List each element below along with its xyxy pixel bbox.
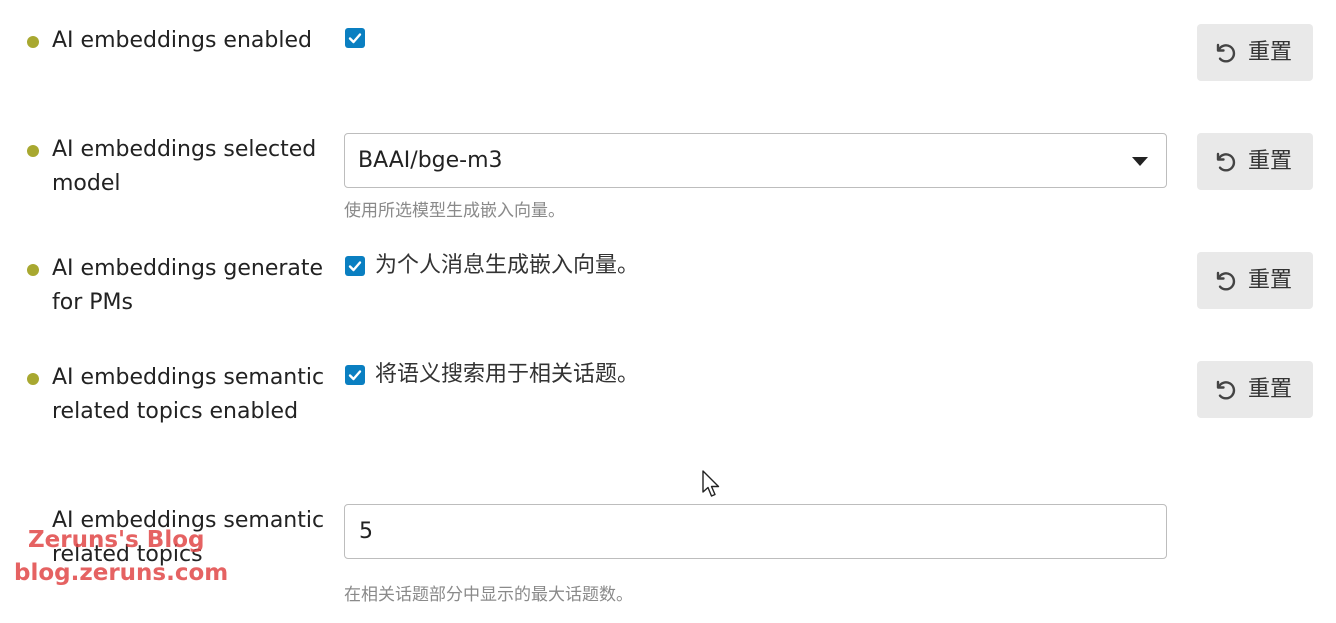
generate-for-pms-checkbox[interactable] (345, 256, 365, 276)
setting-label: AI embeddings semantic related topics en… (52, 365, 325, 424)
setting-status-dot (27, 145, 39, 157)
undo-icon (1216, 43, 1236, 63)
reset-label: 重置 (1248, 149, 1293, 174)
setting-label: AI embeddings selected model (52, 137, 317, 196)
reset-button[interactable]: 重置 (1197, 252, 1313, 309)
reset-button[interactable]: 重置 (1197, 133, 1313, 190)
select-value: BAAI/bge-m3 (358, 148, 503, 173)
reset-label: 重置 (1248, 40, 1293, 65)
watermark-url: blog.zeruns.com (14, 560, 229, 586)
enabled-checkbox[interactable] (345, 28, 365, 48)
mouse-cursor-icon (702, 470, 720, 497)
setting-status-dot (27, 36, 39, 48)
setting-help-text: 在相关话题部分中显示的最大话题数。 (344, 585, 633, 605)
undo-icon (1216, 152, 1236, 172)
check-icon (348, 370, 362, 381)
setting-status-dot (27, 373, 39, 385)
setting-help-text: 使用所选模型生成嵌入向量。 (344, 201, 565, 221)
setting-label: AI embeddings enabled (52, 28, 312, 53)
check-icon (348, 33, 362, 44)
watermark-title: Zeruns's Blog (28, 527, 205, 553)
checkbox-description: 为个人消息生成嵌入向量。 (375, 253, 640, 278)
related-topics-count-input[interactable] (344, 504, 1167, 559)
model-select[interactable]: BAAI/bge-m3 (344, 133, 1167, 188)
setting-label: AI embeddings generate for PMs (52, 256, 324, 315)
setting-status-dot (27, 264, 39, 276)
check-icon (348, 261, 362, 272)
semantic-related-topics-checkbox[interactable] (345, 365, 365, 385)
reset-button[interactable]: 重置 (1197, 24, 1313, 81)
checkbox-description: 将语义搜索用于相关话题。 (375, 362, 640, 387)
undo-icon (1216, 271, 1236, 291)
caret-down-icon (1132, 157, 1148, 166)
undo-icon (1216, 380, 1236, 400)
reset-label: 重置 (1248, 377, 1293, 402)
reset-label: 重置 (1248, 268, 1293, 293)
reset-button[interactable]: 重置 (1197, 361, 1313, 418)
